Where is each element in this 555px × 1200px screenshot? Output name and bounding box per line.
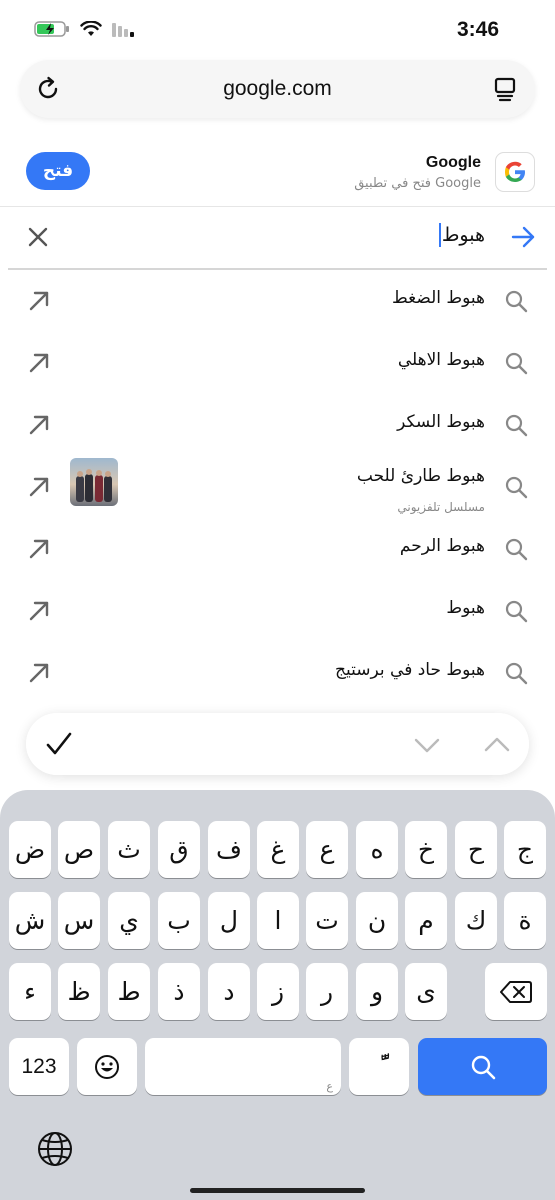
google-logo-icon (495, 152, 535, 192)
battery-icon (34, 21, 69, 37)
fill-arrow-icon[interactable] (26, 536, 52, 562)
key[interactable]: ص (58, 821, 100, 878)
home-indicator (190, 1188, 365, 1193)
globe-icon[interactable] (36, 1130, 74, 1168)
search-row: هبوط (0, 207, 555, 267)
key[interactable]: ب (158, 892, 200, 949)
status-time: 3:46 (456, 18, 499, 41)
suggestion-item[interactable]: هبوط (0, 580, 555, 642)
suggestion-item[interactable]: هبوط طارئ للحب مسلسل تلفزيوني (0, 456, 555, 518)
search-input[interactable]: هبوط (438, 223, 485, 247)
banner-subtitle: فتح في تطبيق Google (354, 176, 481, 191)
suggestion-text: هبوط السكر (397, 412, 485, 432)
fill-arrow-icon[interactable] (26, 660, 52, 686)
url-text[interactable]: google.com (20, 77, 535, 101)
search-icon (505, 414, 528, 437)
space-key[interactable]: ع (145, 1038, 341, 1095)
keyboard: ض ص ث ق ف غ ع ه خ ح ج ش س ي ب ل ا ت ن م … (0, 790, 555, 1200)
key[interactable]: ه (356, 821, 398, 878)
key[interactable]: خ (405, 821, 447, 878)
fill-arrow-icon[interactable] (26, 288, 52, 314)
search-icon (471, 1055, 495, 1079)
key[interactable]: ط (108, 963, 150, 1020)
key[interactable]: ي (108, 892, 150, 949)
suggestion-text: هبوط (446, 598, 485, 618)
key[interactable]: ذ (158, 963, 200, 1020)
search-icon (505, 476, 528, 499)
fill-arrow-icon[interactable] (26, 598, 52, 624)
suggestion-item[interactable]: هبوط الرحم (0, 518, 555, 580)
open-in-app-button[interactable]: فتح (26, 152, 90, 190)
wifi-icon (80, 21, 102, 36)
key[interactable]: ا (257, 892, 299, 949)
status-bar: 3:46 (0, 0, 555, 56)
fill-arrow-icon[interactable] (26, 474, 52, 500)
backspace-icon (500, 980, 532, 1003)
search-icon (505, 662, 528, 685)
chevron-up-icon[interactable] (483, 731, 511, 759)
search-icon (505, 600, 528, 623)
emoji-icon (95, 1054, 119, 1079)
app-banner: فتح Google فتح في تطبيق Google (0, 140, 555, 204)
suggestion-text: هبوط حاد في برستيج (335, 660, 485, 680)
search-icon (505, 352, 528, 375)
key[interactable]: ج (504, 821, 546, 878)
key[interactable]: ة (504, 892, 546, 949)
key[interactable]: ض (9, 821, 51, 878)
key[interactable]: ق (158, 821, 200, 878)
keyboard-accessory-bar (26, 713, 529, 775)
key[interactable]: ر (306, 963, 348, 1020)
key[interactable]: و (356, 963, 398, 1020)
key[interactable]: ء (9, 963, 51, 1020)
suggestion-list: هبوط الضغط هبوط الاهلي هبوط السكر هبوط ط… (0, 270, 555, 704)
tv-series-thumbnail (70, 458, 118, 506)
suggestion-item[interactable]: هبوط حاد في برستيج (0, 642, 555, 704)
chevron-down-icon[interactable] (413, 731, 441, 759)
key[interactable]: ى (405, 963, 447, 1020)
go-arrow-icon[interactable] (509, 223, 537, 251)
fill-arrow-icon[interactable] (26, 412, 52, 438)
url-bar[interactable]: google.com (20, 60, 535, 118)
key[interactable]: ش (9, 892, 51, 949)
emoji-key[interactable] (77, 1038, 137, 1095)
suggestion-item[interactable]: هبوط الاهلي (0, 332, 555, 394)
tabs-icon[interactable] (489, 73, 521, 105)
key[interactable]: ل (208, 892, 250, 949)
status-icons (34, 20, 136, 38)
key[interactable]: ظ (58, 963, 100, 1020)
clear-icon[interactable] (24, 223, 52, 251)
key[interactable]: س (58, 892, 100, 949)
suggestion-item[interactable]: هبوط السكر (0, 394, 555, 456)
search-icon (505, 290, 528, 313)
suggestion-text: هبوط طارئ للحب (356, 466, 485, 486)
key[interactable]: ك (455, 892, 497, 949)
suggestion-text: هبوط الضغط (392, 288, 485, 308)
numbers-key[interactable]: 123 (9, 1038, 69, 1095)
key[interactable]: ع (306, 821, 348, 878)
suggestion-item[interactable]: هبوط الضغط (0, 270, 555, 332)
suggestion-text: هبوط الرحم (399, 536, 485, 556)
key[interactable]: ف (208, 821, 250, 878)
backspace-key[interactable] (485, 963, 547, 1020)
suggestion-text: هبوط الاهلي (397, 350, 485, 370)
search-query: هبوط (441, 224, 485, 246)
checkmark-icon[interactable] (44, 729, 74, 759)
key[interactable]: ت (306, 892, 348, 949)
key[interactable]: ز (257, 963, 299, 1020)
search-key[interactable] (418, 1038, 547, 1095)
suggestion-subtitle: مسلسل تلفزيوني (397, 500, 485, 514)
key[interactable]: د (208, 963, 250, 1020)
key[interactable]: غ (257, 821, 299, 878)
key[interactable]: ث (108, 821, 150, 878)
cellular-signal-icon (112, 23, 134, 37)
space-key-hint: ع (326, 1080, 333, 1093)
search-icon (505, 538, 528, 561)
key[interactable]: م (405, 892, 447, 949)
key[interactable]: ن (356, 892, 398, 949)
fill-arrow-icon[interactable] (26, 350, 52, 376)
text-caret (438, 223, 441, 247)
key[interactable]: ح (455, 821, 497, 878)
diacritic-key[interactable]: ًّ (349, 1038, 409, 1095)
banner-title: Google (425, 154, 481, 171)
